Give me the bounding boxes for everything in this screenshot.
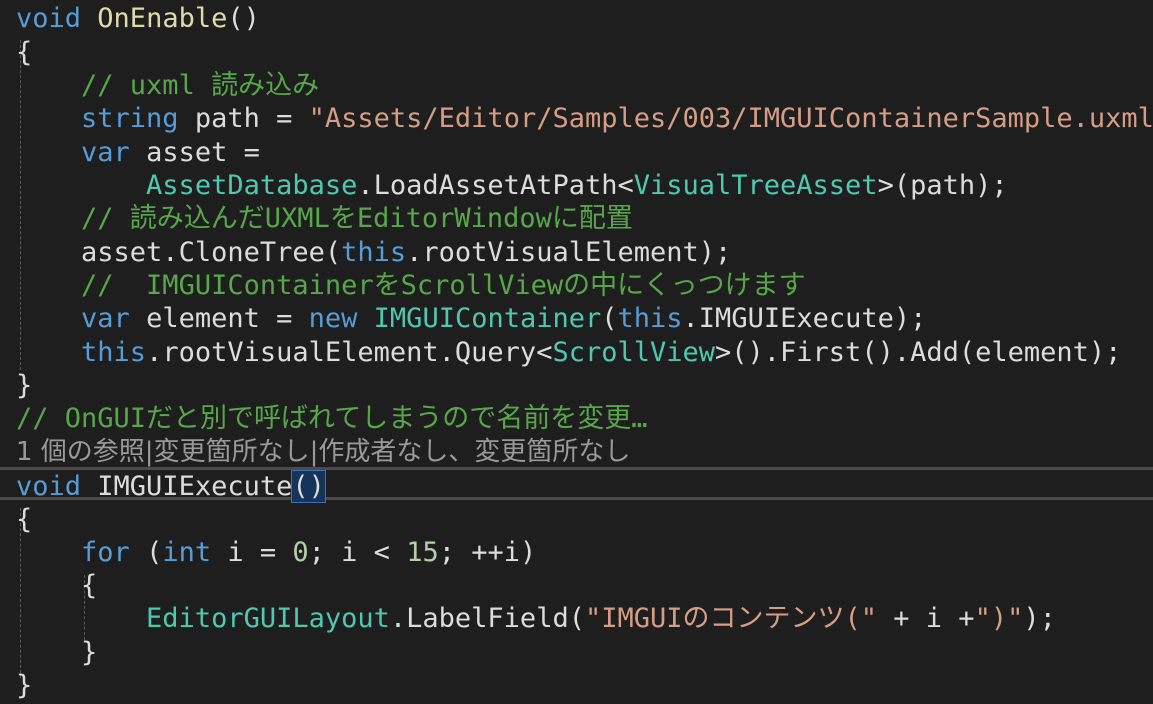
code-line[interactable]: AssetDatabase.LoadAssetAtPath<VisualTree… — [16, 169, 1008, 202]
code-token: .IMGUIExecute); — [682, 303, 927, 334]
code-token: AssetDatabase — [146, 170, 358, 201]
code-line[interactable]: } — [16, 669, 32, 702]
code-token: ; i < — [308, 537, 407, 568]
code-token: } — [16, 637, 98, 668]
code-token: // 読み込んだUXMLをEditorWindowに配置 — [81, 203, 633, 234]
code-token: path = — [178, 103, 309, 134]
code-token: { — [16, 504, 33, 535]
code-token: () — [227, 3, 260, 34]
code-token: string — [81, 103, 179, 134]
code-token: int — [162, 537, 212, 568]
codelens-references[interactable]: 1 個の参照|変更箇所なし|作成者なし、変更箇所なし — [16, 436, 630, 469]
code-token: ScrollView — [552, 337, 716, 368]
code-token: // IMGUIContainerをScrollViewの中にくっつけます — [81, 270, 806, 301]
code-token: >().First().Add(element); — [715, 337, 1122, 368]
code-token: .LabelField( — [389, 603, 585, 634]
code-token: ")" — [974, 603, 1024, 634]
code-token: .LoadAssetAtPath< — [357, 170, 634, 201]
code-token: .rootVisualElement); — [406, 237, 732, 268]
code-token: this — [617, 303, 683, 334]
code-token: asset = — [129, 137, 260, 168]
code-token: VisualTreeAsset — [633, 170, 878, 201]
code-token: } — [16, 670, 33, 701]
code-line[interactable]: this.rootVisualElement.Query<ScrollView>… — [16, 336, 1121, 369]
code-token: element = — [129, 303, 309, 334]
code-line[interactable]: asset.CloneTree(this.rootVisualElement); — [16, 236, 731, 269]
code-line[interactable]: void OnEnable() — [16, 2, 260, 35]
code-token: 0 — [292, 537, 309, 568]
code-line[interactable]: EditorGUILayout.LabelField("IMGUIのコンテンツ(… — [16, 602, 1056, 635]
code-token: IMGUIContainer — [373, 303, 602, 334]
code-line[interactable]: // IMGUIContainerをScrollViewの中にくっつけます — [16, 269, 806, 302]
code-token: } — [16, 370, 33, 401]
code-line[interactable]: var element = new IMGUIContainer(this.IM… — [16, 302, 926, 335]
code-token: // uxml 読み込み — [81, 70, 320, 101]
code-token: var — [81, 137, 130, 168]
code-line[interactable]: string path = "Assets/Editor/Samples/003… — [16, 102, 1153, 135]
code-token: ( — [601, 303, 618, 334]
code-editor[interactable]: void OnEnable(){ // uxml 読み込み string pat… — [0, 0, 1153, 704]
code-token: new — [308, 303, 358, 334]
code-line[interactable]: { — [16, 569, 97, 602]
code-token: "Assets/Editor/Samples/003/IMGUIContaine… — [308, 103, 1153, 134]
code-token: "IMGUIのコンテンツ(" — [584, 603, 878, 634]
code-token: .rootVisualElement.Query< — [146, 337, 553, 368]
code-token: IMGUIExecute — [81, 471, 293, 502]
code-line[interactable]: { — [16, 36, 32, 69]
code-line[interactable]: { — [16, 503, 32, 536]
code-token: 15 — [406, 537, 439, 568]
code-line[interactable]: // OnGUIだと別で呼ばれてしまうので名前を変更… — [16, 402, 648, 435]
code-token: void — [16, 471, 82, 502]
matched-paren-highlight: () — [291, 470, 326, 503]
code-line[interactable]: } — [16, 369, 32, 402]
code-token: asset.CloneTree( — [81, 237, 342, 268]
code-token: { — [16, 570, 98, 601]
code-line[interactable]: for (int i = 0; i < 15; ++i) — [16, 536, 536, 569]
code-token: // OnGUIだと別で呼ばれてしまうので名前を変更… — [16, 403, 648, 434]
code-token: this — [341, 237, 407, 268]
code-token: void — [16, 3, 82, 34]
code-token: this — [81, 337, 147, 368]
code-token: ); — [1023, 603, 1056, 634]
code-line[interactable]: void IMGUIExecute() — [16, 470, 326, 503]
code-token: { — [16, 37, 33, 68]
code-token: ; ++i) — [438, 537, 537, 568]
code-line[interactable]: // 読み込んだUXMLをEditorWindowに配置 — [16, 202, 633, 235]
code-token: + i + — [877, 603, 975, 634]
code-token: EditorGUILayout — [146, 603, 390, 634]
code-line[interactable]: var asset = — [16, 136, 260, 169]
code-line[interactable]: } — [16, 636, 97, 669]
code-token: i = — [211, 537, 293, 568]
code-token: for — [81, 537, 130, 568]
code-line[interactable]: // uxml 読み込み — [16, 69, 319, 102]
code-token: OnEnable — [97, 3, 228, 34]
code-token: var — [81, 303, 130, 334]
code-token: ( — [129, 537, 163, 568]
code-token: >(path); — [877, 170, 1008, 201]
